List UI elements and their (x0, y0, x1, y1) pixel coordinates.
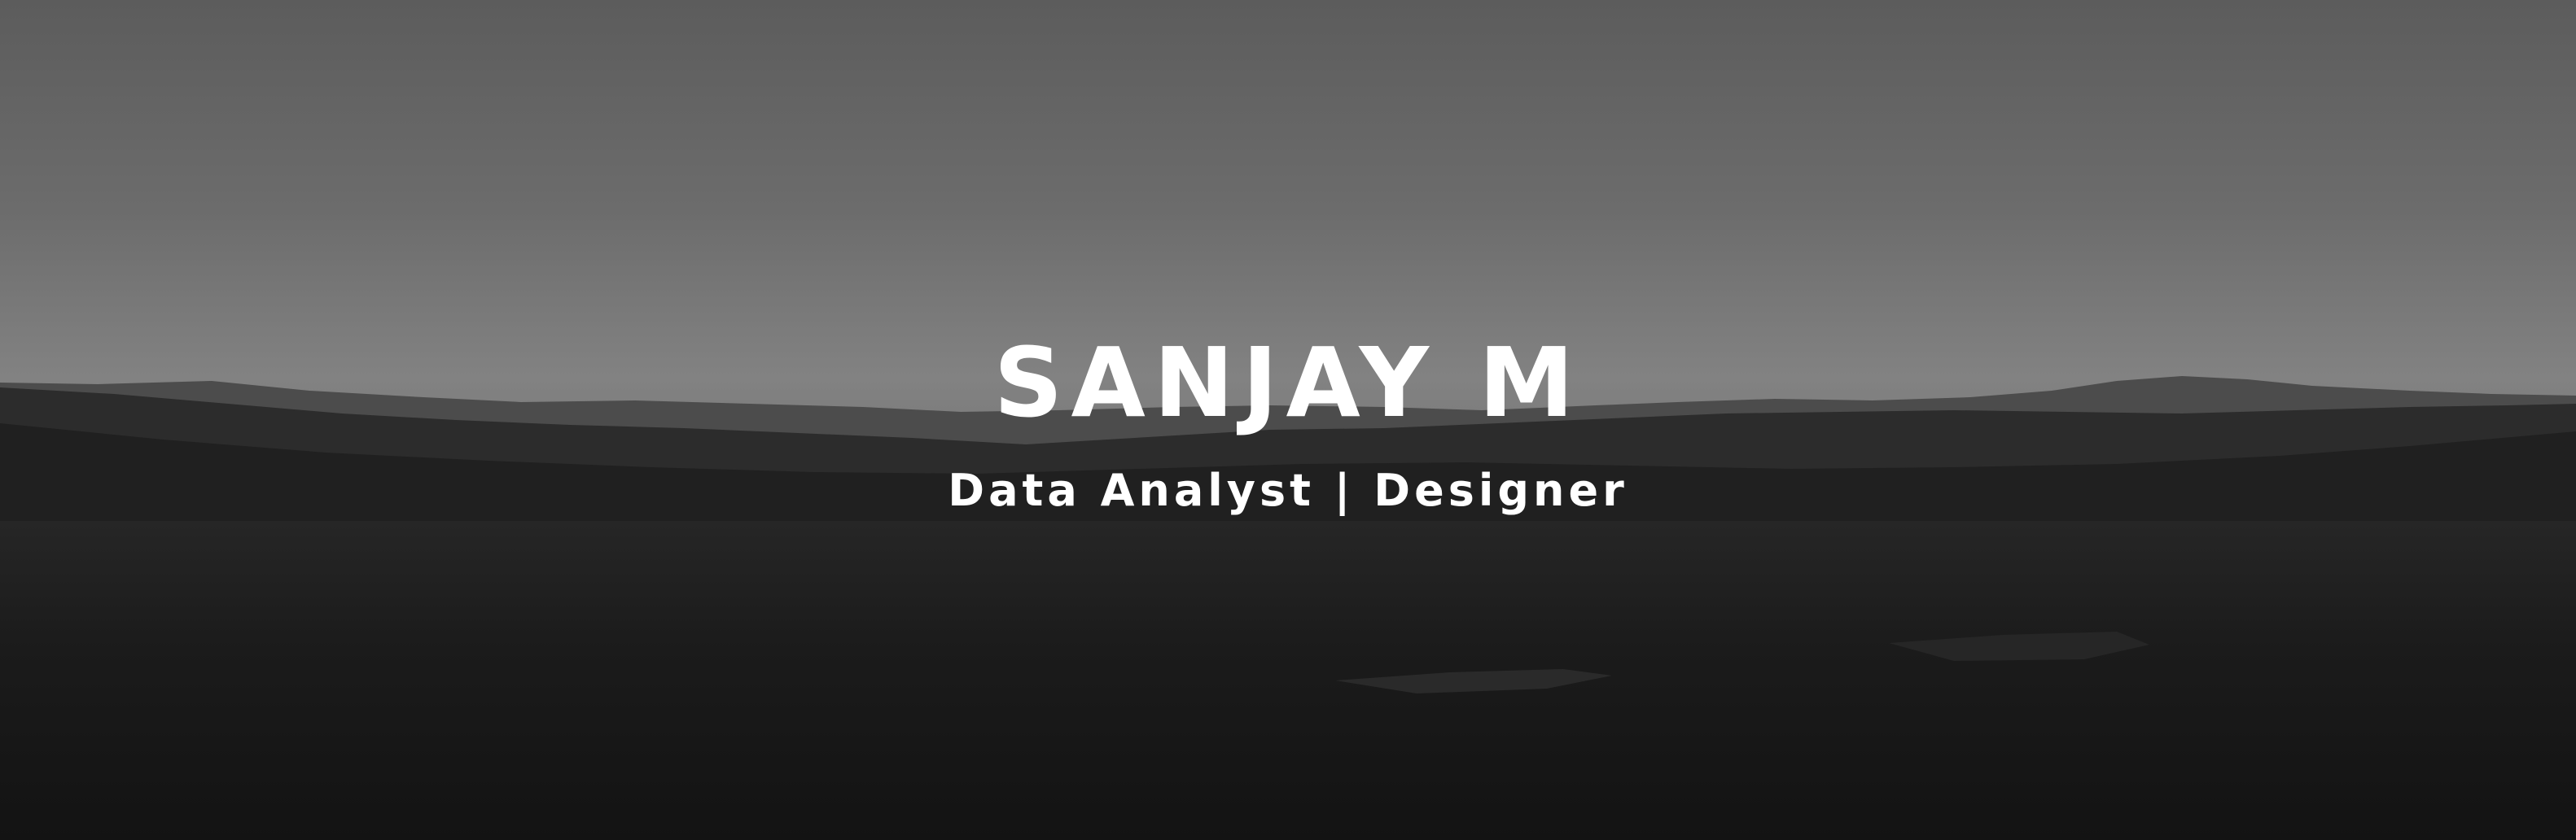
title-block: SANJAY M Data Analyst | Designer (0, 0, 2576, 840)
banner-tagline: Data Analyst | Designer (948, 465, 1628, 516)
hero-banner: SANJAY M Data Analyst | Designer (0, 0, 2576, 840)
banner-name: SANJAY M (993, 326, 1583, 439)
